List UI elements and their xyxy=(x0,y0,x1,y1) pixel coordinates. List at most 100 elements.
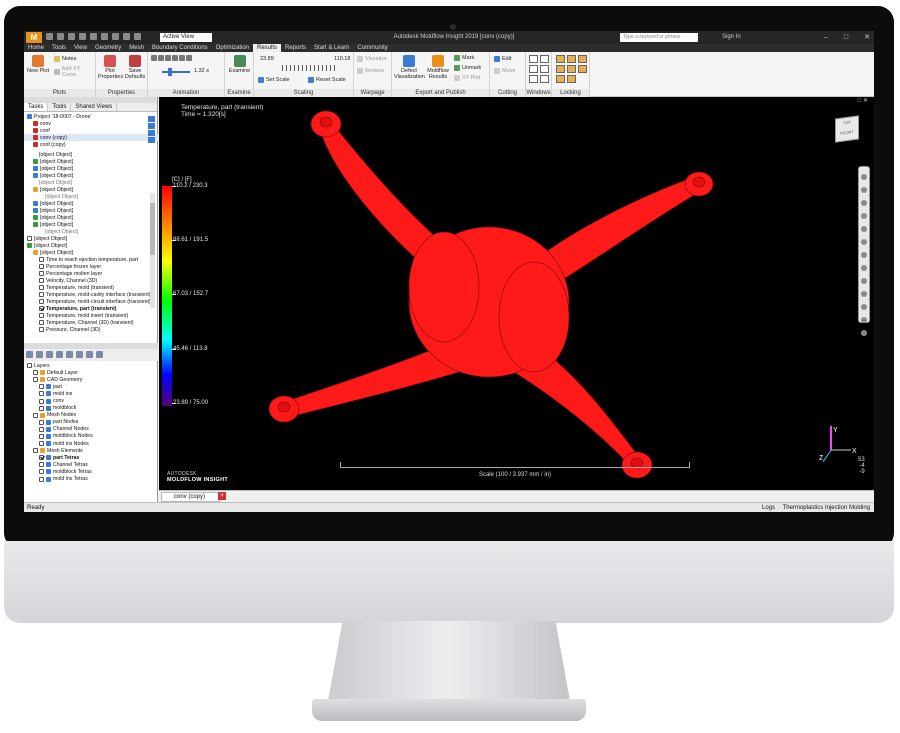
task-item[interactable]: [object Object] xyxy=(24,186,158,193)
result-item[interactable]: Percentage frozen layer xyxy=(24,263,158,270)
move-button[interactable]: Move xyxy=(494,68,515,74)
layer-item[interactable]: conv xyxy=(24,397,158,404)
help-search-input[interactable]: Type a keyword or phrase xyxy=(620,33,698,42)
layer-checkbox[interactable] xyxy=(39,455,44,461)
app-logo[interactable]: M xyxy=(26,32,42,43)
task-item[interactable]: [object Object] xyxy=(24,249,158,256)
fast-forward-icon[interactable] xyxy=(179,55,185,61)
undo-icon[interactable] xyxy=(79,33,86,40)
save-icon[interactable] xyxy=(68,33,75,40)
layer-checkbox[interactable] xyxy=(39,433,44,439)
nav-settings-icon[interactable] xyxy=(861,330,867,336)
checkbox-icon[interactable] xyxy=(39,271,44,276)
split-v-icon[interactable] xyxy=(540,65,549,73)
set-scale-button[interactable]: Set Scale xyxy=(258,77,290,83)
unlock-all-icon[interactable] xyxy=(567,75,576,83)
result-item[interactable]: Temperature, mold insert (transient) xyxy=(24,312,158,319)
layer-checkbox[interactable] xyxy=(39,398,44,404)
single-view-icon[interactable] xyxy=(529,75,538,83)
task-item[interactable]: [object Object] xyxy=(24,235,158,242)
orbit-icon[interactable] xyxy=(861,317,867,323)
select-icon[interactable] xyxy=(112,33,119,40)
task-item[interactable]: [object Object] xyxy=(24,214,158,221)
lock-plots-icon[interactable] xyxy=(556,55,565,63)
task-item[interactable]: [object Object] xyxy=(24,165,158,172)
loop-icon[interactable] xyxy=(186,55,192,61)
task-item[interactable]: [object Object] xyxy=(24,193,158,200)
layer-checkbox[interactable] xyxy=(39,469,44,475)
task-item[interactable]: [object Object] xyxy=(24,221,158,228)
xy-plot-button[interactable]: XY Plot xyxy=(454,75,480,81)
layer-checkbox[interactable] xyxy=(39,419,44,425)
layer-item[interactable]: moldblock Nodes xyxy=(24,433,158,440)
layer-item[interactable]: Mesh Elements xyxy=(24,447,158,454)
layer-checkbox[interactable] xyxy=(33,448,38,454)
tab-boundary-conditions[interactable]: Boundary Conditions xyxy=(148,44,212,52)
play-icon[interactable] xyxy=(165,55,171,61)
tree-scrollbar[interactable] xyxy=(150,193,155,308)
task-item[interactable]: [object Object] xyxy=(24,228,158,235)
toggle-layer-icon[interactable] xyxy=(96,351,103,358)
layers-root-checkbox[interactable] xyxy=(27,363,32,369)
layer-checkbox[interactable] xyxy=(33,412,38,418)
moldflow-results-button[interactable]: Moldflow Results xyxy=(424,55,452,80)
zoom-window-icon[interactable] xyxy=(861,239,867,245)
unmark-button[interactable]: Unmark xyxy=(454,65,481,71)
tab-shared-views[interactable]: Shared Views xyxy=(71,103,118,111)
tab-geometry[interactable]: Geometry xyxy=(91,44,125,52)
restore-button[interactable]: Restore xyxy=(357,68,384,74)
layer-item[interactable]: moldblock Tetras xyxy=(24,468,158,475)
tab-results[interactable]: Results xyxy=(253,44,282,52)
layer-checkbox[interactable] xyxy=(39,405,44,411)
fit-icon[interactable] xyxy=(861,304,867,310)
checkbox-icon[interactable] xyxy=(39,264,44,269)
layer-checkbox[interactable] xyxy=(39,384,44,390)
tab-community[interactable]: Community xyxy=(353,44,391,52)
active-view-dropdown[interactable]: Active View xyxy=(160,33,212,42)
tab-mesh[interactable]: Mesh xyxy=(125,44,148,52)
mark-button[interactable]: Mark xyxy=(454,55,474,61)
visualize-button[interactable]: Visualize xyxy=(357,56,387,62)
checkbox-icon[interactable] xyxy=(39,292,44,297)
step-forward-icon[interactable] xyxy=(172,55,178,61)
tab-view[interactable]: View xyxy=(70,44,91,52)
tab-start-learn[interactable]: Start & Learn xyxy=(310,44,353,52)
checkbox-icon[interactable] xyxy=(39,285,44,290)
zoom-icon[interactable] xyxy=(861,226,867,232)
defect-visualization-button[interactable]: Defect Visualization xyxy=(394,55,425,80)
layer-checkbox[interactable] xyxy=(39,476,44,482)
layer-item[interactable]: Default Layer xyxy=(24,369,158,376)
result-item[interactable]: Percentage molten layer xyxy=(24,270,158,277)
project-node[interactable]: Project '18-0007 - Drone' xyxy=(24,113,158,120)
step-back-icon[interactable] xyxy=(158,55,164,61)
sign-in-button[interactable]: Sign In xyxy=(722,31,741,44)
tile-icon[interactable] xyxy=(529,55,538,63)
task-item[interactable]: [object Object] xyxy=(24,242,158,249)
checkbox-icon[interactable] xyxy=(39,313,44,318)
layer-checkbox[interactable] xyxy=(39,441,44,447)
result-item[interactable]: Time to reach ejection temperature, part xyxy=(24,256,158,263)
save-defaults-button[interactable]: Save Defaults xyxy=(123,55,147,80)
checkbox-icon[interactable] xyxy=(39,299,44,304)
tab-reports[interactable]: Reports xyxy=(281,44,310,52)
layer-checkbox[interactable] xyxy=(33,370,38,376)
animation-slider-thumb[interactable] xyxy=(168,68,172,76)
rotate-icon[interactable] xyxy=(861,200,867,206)
task-item[interactable]: [object Object] xyxy=(24,158,158,165)
layer-checkbox[interactable] xyxy=(39,462,44,468)
study-item[interactable]: conf (copy) xyxy=(24,141,158,148)
close-tab-icon[interactable]: × xyxy=(218,492,226,500)
layer-item[interactable]: part xyxy=(24,383,158,390)
checkbox-icon[interactable] xyxy=(39,327,44,332)
result-item[interactable]: Temperature, mold-circuit interface (tra… xyxy=(24,298,158,305)
viewport-restore-icon[interactable]: □ xyxy=(858,98,862,104)
result-item[interactable]: Temperature, Channel (3D) (transient) xyxy=(24,319,158,326)
tab-home[interactable]: Home xyxy=(24,44,48,52)
drone-part-render[interactable] xyxy=(159,97,874,490)
minimize-icon[interactable]: – xyxy=(824,31,828,44)
result-item[interactable]: Temperature, part (transient) xyxy=(24,305,158,312)
layer-item[interactable]: mold ins Nodes xyxy=(24,440,158,447)
print-icon[interactable] xyxy=(101,33,108,40)
task-item[interactable]: [object Object] xyxy=(24,151,158,158)
logs-button[interactable]: Logs xyxy=(762,503,775,512)
